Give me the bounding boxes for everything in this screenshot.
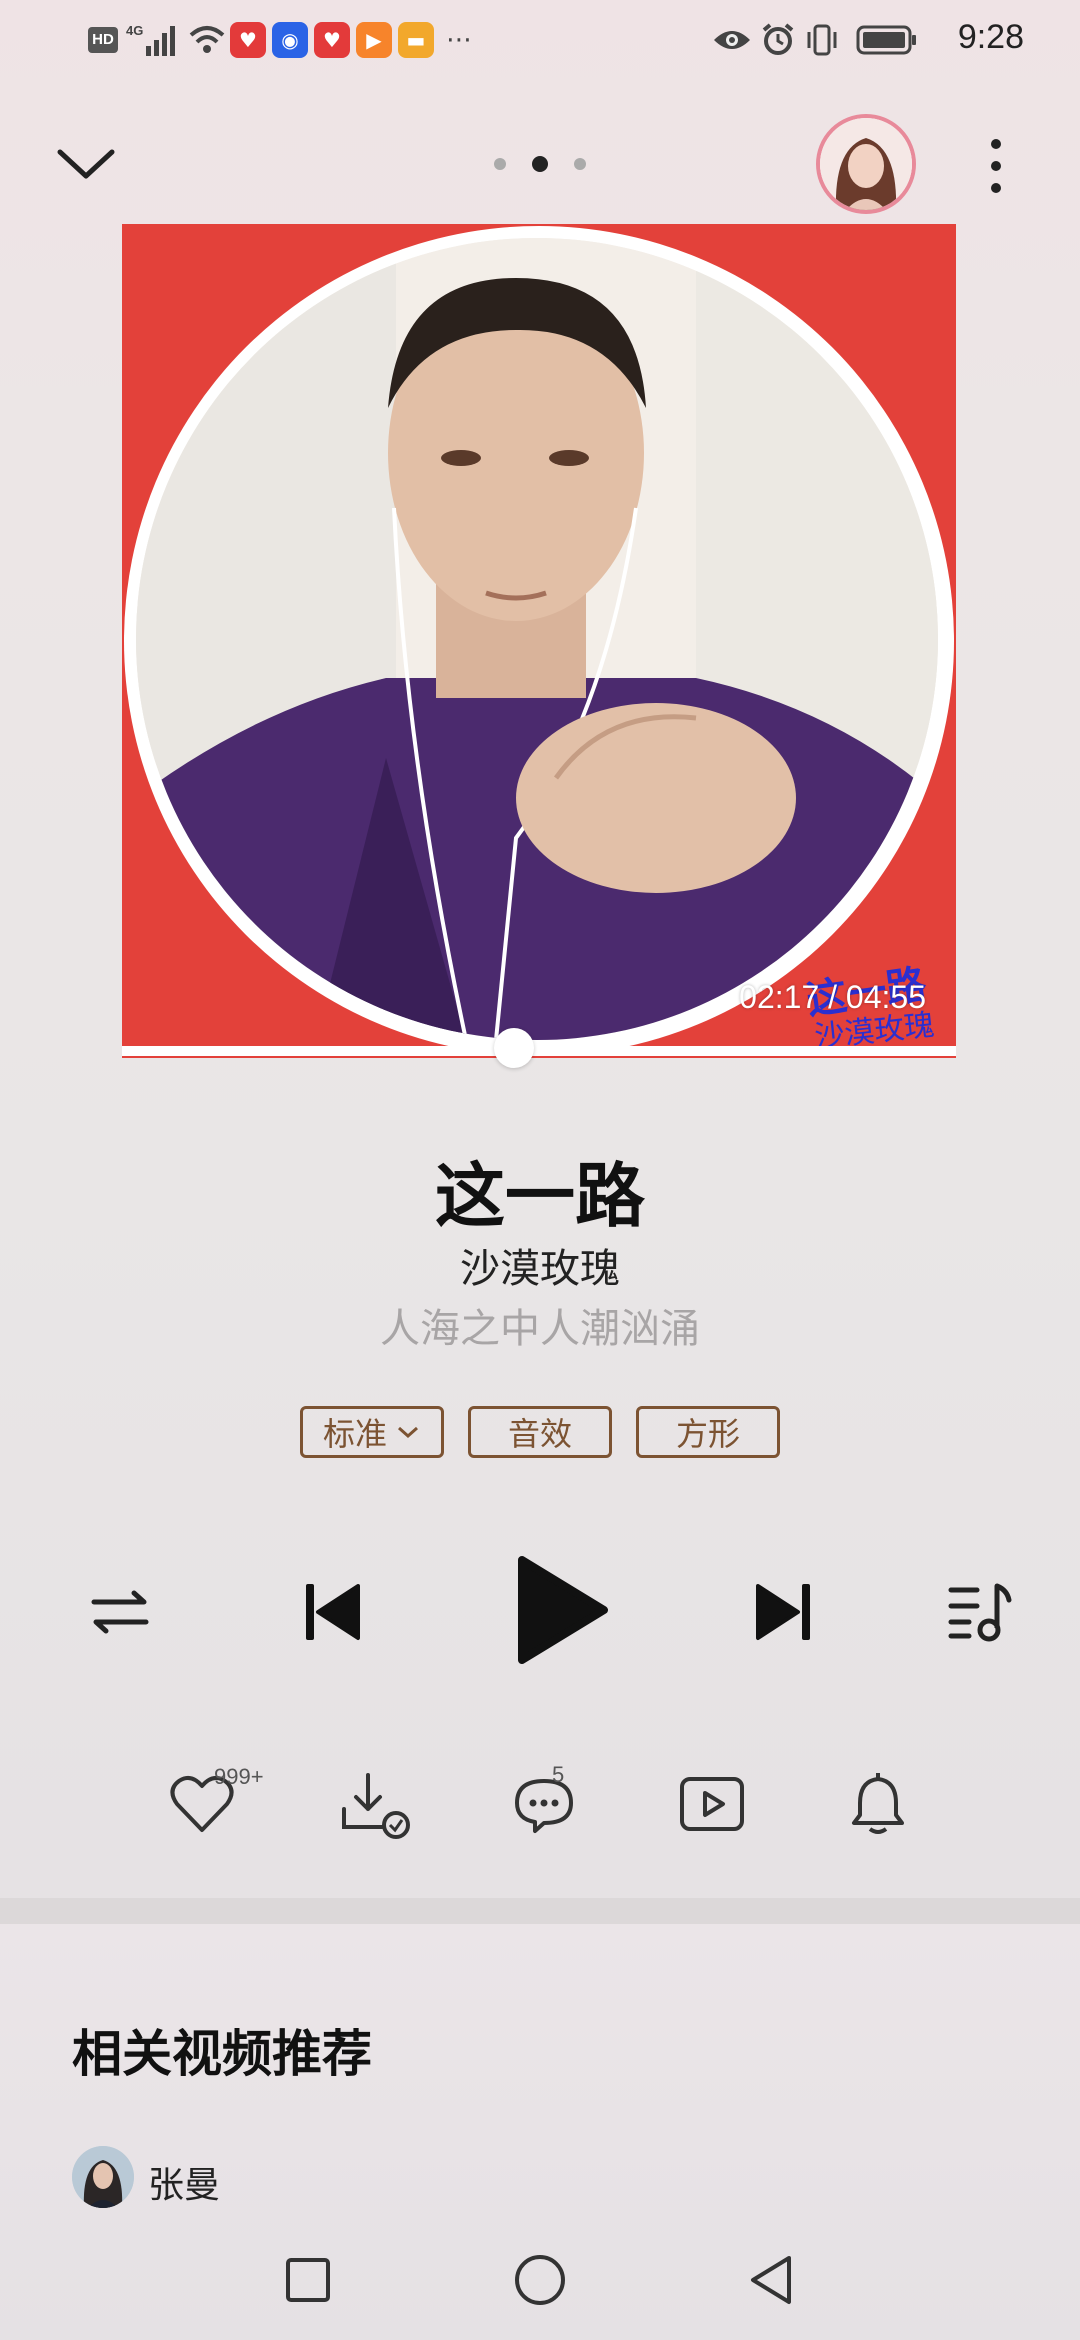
album-cover-photo <box>136 238 938 1040</box>
page-dot-active[interactable] <box>532 156 548 172</box>
page-dot[interactable] <box>574 158 586 170</box>
recents-button[interactable] <box>278 2250 338 2310</box>
quality-label: 标准 <box>322 1415 387 1453</box>
uploader-name[interactable]: 张曼 <box>148 2156 220 2208</box>
comment-icon <box>515 1779 573 1833</box>
comment-count: 5 <box>552 1762 565 1787</box>
svg-text:4G: 4G <box>126 23 143 38</box>
vibrate-icon <box>804 22 840 58</box>
eye-icon <box>712 22 752 58</box>
battery-icon <box>856 22 918 58</box>
triangle-back-icon <box>751 2256 791 2304</box>
play-button[interactable] <box>500 1548 620 1672</box>
like-count: 999+ <box>214 1764 264 1789</box>
song-title: 这一路 <box>435 1155 645 1237</box>
video-button[interactable] <box>672 1764 752 1844</box>
home-button[interactable] <box>510 2250 570 2310</box>
uploader-avatar[interactable] <box>72 2146 134 2208</box>
bell-icon <box>852 1773 904 1834</box>
related-videos-title: 相关视频推荐 <box>72 2025 372 2083</box>
playlist-icon <box>948 1583 1012 1642</box>
more-vertical-icon <box>991 139 1001 193</box>
video-app-icon: ▶ <box>356 22 392 58</box>
sound-effect-button[interactable]: 音效 <box>468 1406 612 1458</box>
next-button[interactable] <box>744 1572 824 1652</box>
square-icon <box>286 2258 330 2302</box>
download-icon <box>342 1773 410 1839</box>
pinduoduo-icon: ♥ <box>230 22 266 58</box>
chevron-down-icon <box>57 149 115 179</box>
news-app-icon: ▬ <box>398 22 434 58</box>
status-time: 9:28 <box>957 18 1024 56</box>
cover-shape-button[interactable]: 方形 <box>636 1406 780 1458</box>
collapse-button[interactable] <box>50 136 122 192</box>
progress-bar[interactable] <box>122 1028 956 1068</box>
pinduoduo-icon-2: ♥ <box>314 22 350 58</box>
wifi-icon <box>186 22 228 58</box>
more-notifications-icon: ⋯ <box>446 25 472 55</box>
video-icon <box>680 1777 744 1831</box>
progress-thumb[interactable] <box>493 1028 534 1068</box>
chevron-down-icon <box>398 1426 418 1439</box>
circle-icon <box>515 2255 565 2305</box>
progress-fill <box>122 1046 514 1056</box>
user-avatar[interactable] <box>816 114 916 214</box>
more-button[interactable] <box>980 136 1012 196</box>
comment-button[interactable] <box>504 1764 584 1844</box>
back-button[interactable] <box>742 2250 802 2310</box>
skip-next-icon <box>756 1584 810 1640</box>
hd-icon: HD <box>86 22 120 58</box>
section-divider <box>0 1898 1080 1924</box>
current-lyric[interactable]: 人海之中人潮汹涌 <box>0 1296 1080 1354</box>
sound-effect-label: 音效 <box>507 1415 572 1453</box>
download-button[interactable] <box>336 1764 416 1844</box>
repeat-icon <box>91 1590 149 1634</box>
previous-button[interactable] <box>292 1572 372 1652</box>
cover-shape-label: 方形 <box>675 1415 740 1453</box>
playlist-button[interactable] <box>940 1574 1020 1650</box>
bulb-app-icon: ◉ <box>272 22 308 58</box>
status-bar: HD 4G ♥ ◉ ♥ ▶ ▬ ⋯ 9:28 <box>0 0 1080 80</box>
ringtone-button[interactable] <box>838 1764 918 1844</box>
album-cover[interactable]: 这一路 沙漠玫瑰 02:17 / 04:55 <box>122 224 956 1058</box>
artist-name[interactable]: 沙漠玫瑰 <box>0 1236 1080 1294</box>
play-icon <box>518 1556 608 1664</box>
alarm-icon <box>760 22 796 58</box>
repeat-button[interactable] <box>84 1576 156 1648</box>
page-dot[interactable] <box>494 158 506 170</box>
skip-previous-icon <box>306 1584 360 1640</box>
time-readout: 02:17 / 04:55 <box>739 979 926 1015</box>
page-indicator[interactable] <box>480 152 600 176</box>
quality-selector[interactable]: 标准 <box>300 1406 444 1458</box>
signal-icon: 4G <box>124 22 180 58</box>
